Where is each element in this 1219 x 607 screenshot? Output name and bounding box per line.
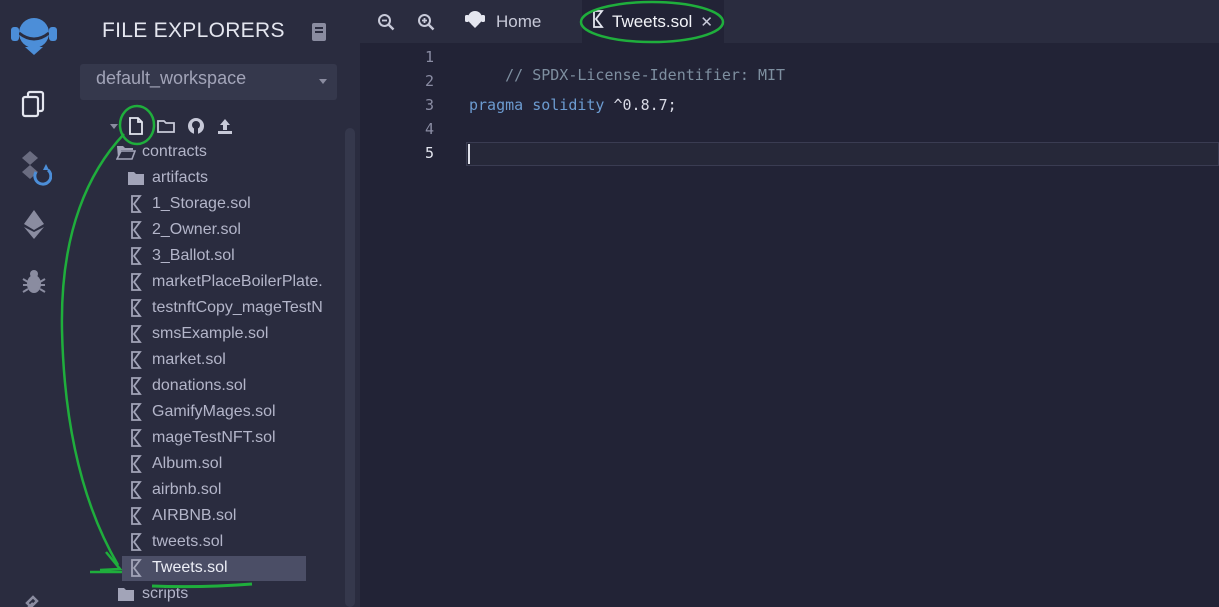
tree-file[interactable]: tweets.sol bbox=[126, 530, 223, 554]
tree-label: market.sol bbox=[152, 351, 226, 368]
collapse-caret-icon[interactable] bbox=[104, 116, 124, 136]
line-number: 3 bbox=[424, 96, 434, 114]
tree-label: GamifyMages.sol bbox=[152, 403, 276, 420]
solidity-file-icon bbox=[126, 480, 146, 500]
tree-label: artifacts bbox=[152, 169, 209, 186]
tree-label: scripts bbox=[142, 585, 189, 602]
tree-file[interactable]: smsExample.sol bbox=[126, 322, 268, 346]
line-number: 1 bbox=[424, 48, 434, 66]
tree-label: 3_Ballot.sol bbox=[152, 247, 235, 264]
upload-icon[interactable] bbox=[215, 116, 235, 136]
new-folder-icon[interactable] bbox=[156, 116, 176, 136]
tree-file[interactable]: AIRBNB.sol bbox=[126, 504, 236, 528]
current-line-highlight bbox=[466, 142, 1219, 166]
folder-open-icon bbox=[116, 142, 136, 162]
tree-file[interactable]: mageTestNFT.sol bbox=[126, 426, 276, 450]
tree-label: contracts bbox=[142, 143, 207, 160]
file-explorer-panel: FILE EXPLORERS default_workspace contrac… bbox=[68, 0, 360, 607]
deploy-icon[interactable] bbox=[14, 204, 54, 244]
code-keyword: solidity bbox=[532, 96, 605, 114]
tree-folder[interactable]: artifacts bbox=[126, 166, 208, 190]
solidity-file-icon bbox=[126, 324, 146, 344]
tree-label: smsExample.sol bbox=[152, 325, 269, 342]
solidity-file-icon bbox=[126, 376, 146, 396]
workspace-select[interactable]: default_workspace bbox=[80, 64, 337, 100]
solidity-file-icon bbox=[126, 272, 146, 292]
solidity-file-icon bbox=[126, 532, 146, 552]
line-gutter: 1 2 3 4 5 bbox=[360, 43, 456, 607]
tree-file[interactable]: testnftCopy_mageTestN bbox=[126, 296, 323, 320]
icon-rail bbox=[0, 0, 68, 607]
tree-label: airbnb.sol bbox=[152, 481, 222, 498]
tree-file[interactable]: market.sol bbox=[126, 348, 226, 372]
tree-label: AIRBNB.sol bbox=[152, 507, 237, 524]
editor-tab-bar: Home Tweets.sol ✕ bbox=[360, 0, 1219, 43]
workspace-value: default_workspace bbox=[96, 68, 247, 88]
tab-label: Tweets.sol bbox=[612, 11, 693, 31]
solidity-file-icon bbox=[126, 298, 146, 318]
solidity-file-icon bbox=[126, 454, 146, 474]
tree-label: donations.sol bbox=[152, 377, 247, 394]
tree-folder-contracts[interactable]: contracts bbox=[116, 140, 207, 164]
code-version: ^0.8.7; bbox=[613, 96, 677, 114]
tree-file[interactable]: marketPlaceBoilerPlate. bbox=[126, 270, 323, 294]
tree-file[interactable]: 3_Ballot.sol bbox=[126, 244, 235, 268]
settings-plug-icon[interactable] bbox=[14, 582, 54, 607]
chevron-down-icon bbox=[319, 79, 327, 84]
code-line-3: pragma solidity ^0.8.7; bbox=[469, 96, 677, 114]
tab-label: Home bbox=[496, 11, 542, 31]
zoom-in-icon[interactable] bbox=[414, 10, 438, 34]
book-icon[interactable] bbox=[310, 22, 328, 47]
code-comment: // SPDX-License-Identifier: MIT bbox=[505, 66, 786, 84]
tree-file[interactable]: Album.sol bbox=[126, 452, 222, 476]
tab-tweets-sol[interactable]: Tweets.sol ✕ bbox=[582, 0, 724, 43]
solidity-file-icon bbox=[592, 10, 604, 33]
remix-logo-icon[interactable] bbox=[6, 10, 62, 60]
github-icon[interactable] bbox=[186, 116, 206, 136]
solidity-file-icon bbox=[126, 402, 146, 422]
zoom-out-icon[interactable] bbox=[374, 10, 398, 34]
code-editor[interactable]: 1 2 3 4 5 // SPDX-License-Identifier: MI… bbox=[360, 43, 1219, 607]
compiler-icon[interactable] bbox=[14, 146, 54, 186]
solidity-file-icon bbox=[126, 194, 146, 214]
tree-file[interactable]: donations.sol bbox=[126, 374, 246, 398]
folder-icon bbox=[126, 168, 146, 188]
tree-file[interactable]: airbnb.sol bbox=[126, 478, 221, 502]
solidity-file-icon bbox=[126, 246, 146, 266]
solidity-file-icon bbox=[126, 506, 146, 526]
folder-icon bbox=[116, 584, 136, 604]
text-caret bbox=[468, 144, 470, 164]
tab-home[interactable]: Home bbox=[464, 0, 541, 43]
line-number: 4 bbox=[424, 120, 434, 138]
tree-file[interactable]: 1_Storage.sol bbox=[126, 192, 251, 216]
code-keyword: pragma bbox=[469, 96, 524, 114]
tree-label: marketPlaceBoilerPlate. bbox=[152, 273, 323, 290]
line-number: 5 bbox=[424, 144, 434, 162]
tree-label: 1_Storage.sol bbox=[152, 195, 251, 212]
solidity-file-icon bbox=[126, 558, 146, 578]
tree-file[interactable]: Tweets.sol bbox=[126, 556, 228, 580]
tree-label: 2_Owner.sol bbox=[152, 221, 241, 238]
tree-label: tweets.sol bbox=[152, 533, 224, 550]
remix-home-icon bbox=[464, 9, 486, 34]
close-icon[interactable]: ✕ bbox=[700, 13, 713, 31]
tree-file[interactable]: 2_Owner.sol bbox=[126, 218, 241, 242]
tree-label: mageTestNFT.sol bbox=[152, 429, 276, 446]
tree-label: testnftCopy_mageTestN bbox=[152, 299, 323, 316]
solidity-file-icon bbox=[126, 428, 146, 448]
tree-folder-scripts[interactable]: scripts bbox=[116, 582, 188, 606]
file-explorer-icon[interactable] bbox=[14, 84, 54, 124]
line-number: 2 bbox=[424, 72, 434, 90]
panel-scrollbar[interactable] bbox=[345, 128, 355, 607]
solidity-file-icon bbox=[126, 350, 146, 370]
tree-file[interactable]: GamifyMages.sol bbox=[126, 400, 276, 424]
code-line-1: // SPDX-License-Identifier: MIT bbox=[469, 48, 785, 102]
solidity-file-icon bbox=[126, 220, 146, 240]
debugger-icon[interactable] bbox=[14, 262, 54, 302]
tree-label: Tweets.sol bbox=[152, 559, 228, 576]
tree-label: Album.sol bbox=[152, 455, 223, 472]
new-file-icon[interactable] bbox=[126, 116, 146, 136]
panel-title: FILE EXPLORERS bbox=[102, 19, 285, 42]
